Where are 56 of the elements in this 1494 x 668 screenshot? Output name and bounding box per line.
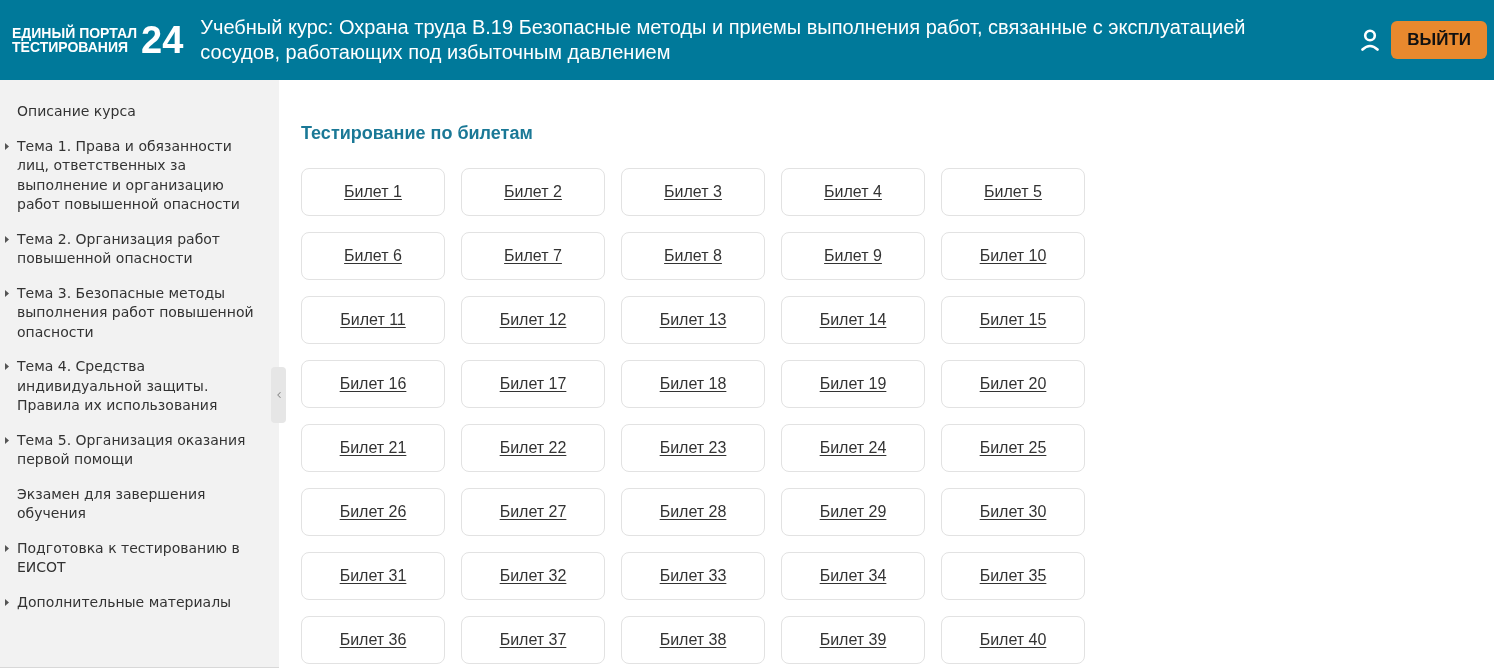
sidebar-item[interactable]: Тема 4. Средства индивидуальной защиты. Правила их использования	[17, 357, 262, 416]
ticket-link[interactable]: Билет 1	[301, 168, 445, 216]
sidebar-item[interactable]: Тема 2. Организация работ повышенной опасности	[17, 229, 262, 269]
ticket-link[interactable]: Билет 8	[621, 232, 765, 280]
ticket-link[interactable]: Билет 7	[461, 232, 605, 280]
ticket-link[interactable]: Билет 34	[781, 552, 925, 600]
sidebar-item[interactable]: Экзамен для завершения обучения	[17, 484, 262, 524]
ticket-link[interactable]: Билет 32	[461, 552, 605, 600]
logo-text: ТЕСТИРОВАНИЯ	[12, 40, 130, 54]
ticket-link[interactable]: Билет 36	[301, 616, 445, 664]
logout-button[interactable]: ВЫЙТИ	[1391, 21, 1487, 59]
ticket-link[interactable]: Билет 6	[301, 232, 445, 280]
ticket-link[interactable]: Билет 18	[621, 360, 765, 408]
ticket-link[interactable]: Билет 12	[461, 296, 605, 344]
ticket-link[interactable]: Билет 28	[621, 488, 765, 536]
sidebar-item[interactable]: Тема 1. Права и обязанности лиц, ответственных за выполнение и организацию работ повышенной опасности	[17, 136, 262, 215]
ticket-link[interactable]: Билет 33	[621, 552, 765, 600]
sidebar-item[interactable]: Тема 3. Безопасные методы выполнения работ повышенной опасности	[17, 283, 262, 342]
user-icon[interactable]	[1361, 29, 1380, 51]
ticket-link[interactable]: Билет 30	[941, 488, 1085, 536]
ticket-link[interactable]: Билет 25	[941, 424, 1085, 472]
ticket-link[interactable]: Билет 14	[781, 296, 925, 344]
ticket-link[interactable]: Билет 17	[461, 360, 605, 408]
ticket-link[interactable]: Билет 15	[941, 296, 1085, 344]
ticket-link[interactable]: Билет 40	[941, 616, 1085, 664]
ticket-link[interactable]: Билет 23	[621, 424, 765, 472]
ticket-link[interactable]: Билет 10	[941, 232, 1085, 280]
ticket-link[interactable]: Билет 29	[781, 488, 925, 536]
ticket-link[interactable]: Билет 20	[941, 360, 1085, 408]
ticket-link[interactable]: Билет 2	[461, 168, 605, 216]
ticket-link[interactable]: Билет 37	[461, 616, 605, 664]
ticket-link[interactable]: Билет 39	[781, 616, 925, 664]
ticket-link[interactable]: Билет 31	[301, 552, 445, 600]
ticket-link[interactable]: Билет 22	[461, 424, 605, 472]
ticket-link[interactable]: Билет 5	[941, 168, 1085, 216]
ticket-link[interactable]: Билет 24	[781, 424, 925, 472]
ticket-link[interactable]: Билет 13	[621, 296, 765, 344]
ticket-link[interactable]: Билет 21	[301, 424, 445, 472]
sidebar-item[interactable]: Дополнительные материалы	[17, 592, 232, 612]
ticket-link[interactable]: Билет 27	[461, 488, 605, 536]
ticket-link[interactable]: Билет 11	[301, 296, 445, 344]
ticket-link[interactable]: Билет 16	[301, 360, 445, 408]
ticket-link[interactable]: Билет 38	[621, 616, 765, 664]
logo-number: 24	[141, 22, 184, 58]
ticket-link[interactable]: Билет 9	[781, 232, 925, 280]
ticket-link[interactable]: Билет 4	[781, 168, 925, 216]
course-title: Учебный курс: Охрана труда В.19 Безопасные методы и приемы выполнения работ, связанные с эксплуатацией сосудов, работающих под избыточным давлением	[200, 15, 1247, 65]
ticket-link[interactable]: Билет 3	[621, 168, 765, 216]
ticket-link[interactable]: Билет 19	[781, 360, 925, 408]
ticket-link[interactable]: Билет 26	[301, 488, 445, 536]
logo-text: ЕДИНЫЙ ПОРТАЛ	[12, 26, 138, 40]
section-heading: Тестирование по билетам	[301, 122, 534, 144]
sidebar-item[interactable]: Описание курса	[17, 102, 136, 122]
sidebar-item[interactable]: Тема 5. Организация оказания первой помощи	[17, 430, 262, 470]
sidebar-item[interactable]: Подготовка к тестированию в ЕИСОТ	[17, 538, 262, 578]
ticket-link[interactable]: Билет 35	[941, 552, 1085, 600]
